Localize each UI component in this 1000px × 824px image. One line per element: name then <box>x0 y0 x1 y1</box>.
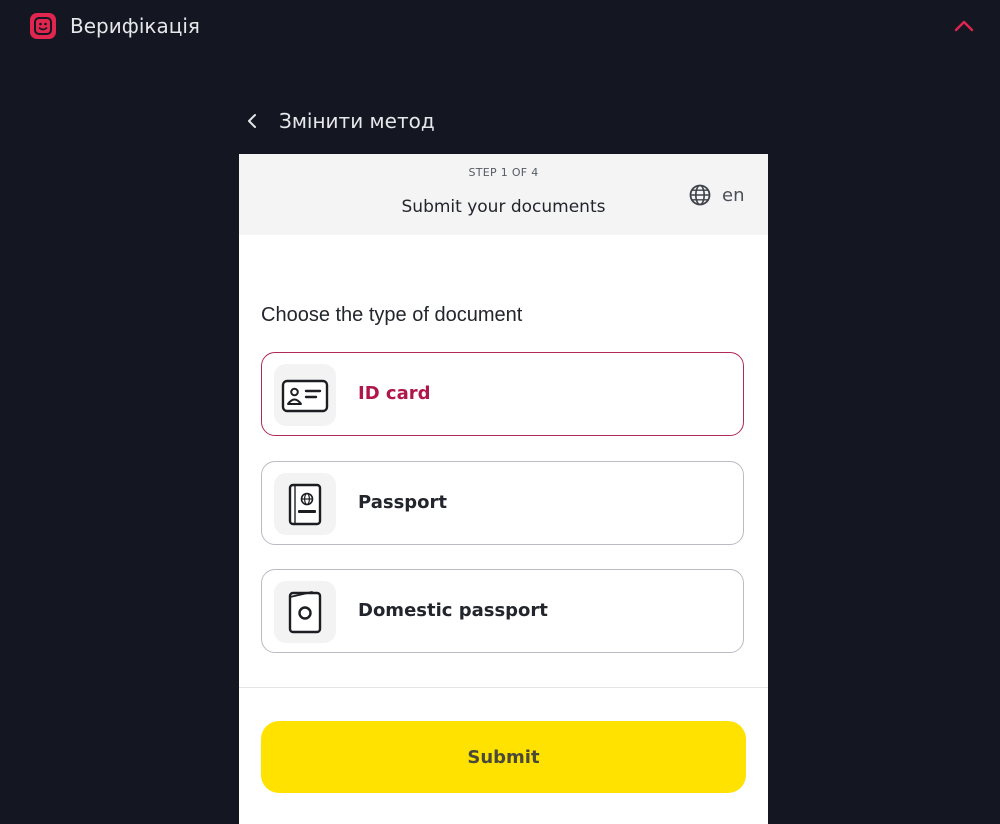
option-label: Domestic passport <box>358 600 548 621</box>
page-title: Верифікація <box>70 14 200 38</box>
option-label: Passport <box>358 492 448 513</box>
change-method-button[interactable]: Змінити метод <box>240 104 435 138</box>
language-label: en <box>722 184 745 206</box>
domestic-passport-icon <box>288 591 322 634</box>
passport-icon <box>288 483 322 526</box>
language-switcher[interactable]: en <box>688 183 744 207</box>
option-label: ID card <box>358 383 431 404</box>
globe-icon <box>689 184 711 206</box>
divider <box>239 687 768 688</box>
option-id-card[interactable]: ID card <box>261 352 744 436</box>
chevron-left-icon <box>248 114 256 128</box>
submit-button[interactable]: Submit <box>261 721 746 793</box>
step-indicator: STEP 1 OF 4 <box>468 166 539 179</box>
option-icon-box <box>274 364 336 426</box>
id-card-icon <box>281 379 329 413</box>
option-icon-box <box>274 581 336 643</box>
verification-card: STEP 1 OF 4 Submit your documents en Cho… <box>239 154 768 824</box>
option-domestic-passport[interactable]: Domestic passport <box>261 569 744 653</box>
section-title: Choose the type of document <box>261 304 523 326</box>
card-header: STEP 1 OF 4 Submit your documents en <box>239 154 768 235</box>
top-bar: Верифікація <box>0 0 1000 54</box>
chevron-up-icon[interactable] <box>950 14 978 38</box>
face-scan-icon <box>30 13 56 39</box>
option-passport[interactable]: Passport <box>261 461 744 545</box>
change-method-label: Змінити метод <box>279 109 435 133</box>
option-icon-box <box>274 473 336 535</box>
